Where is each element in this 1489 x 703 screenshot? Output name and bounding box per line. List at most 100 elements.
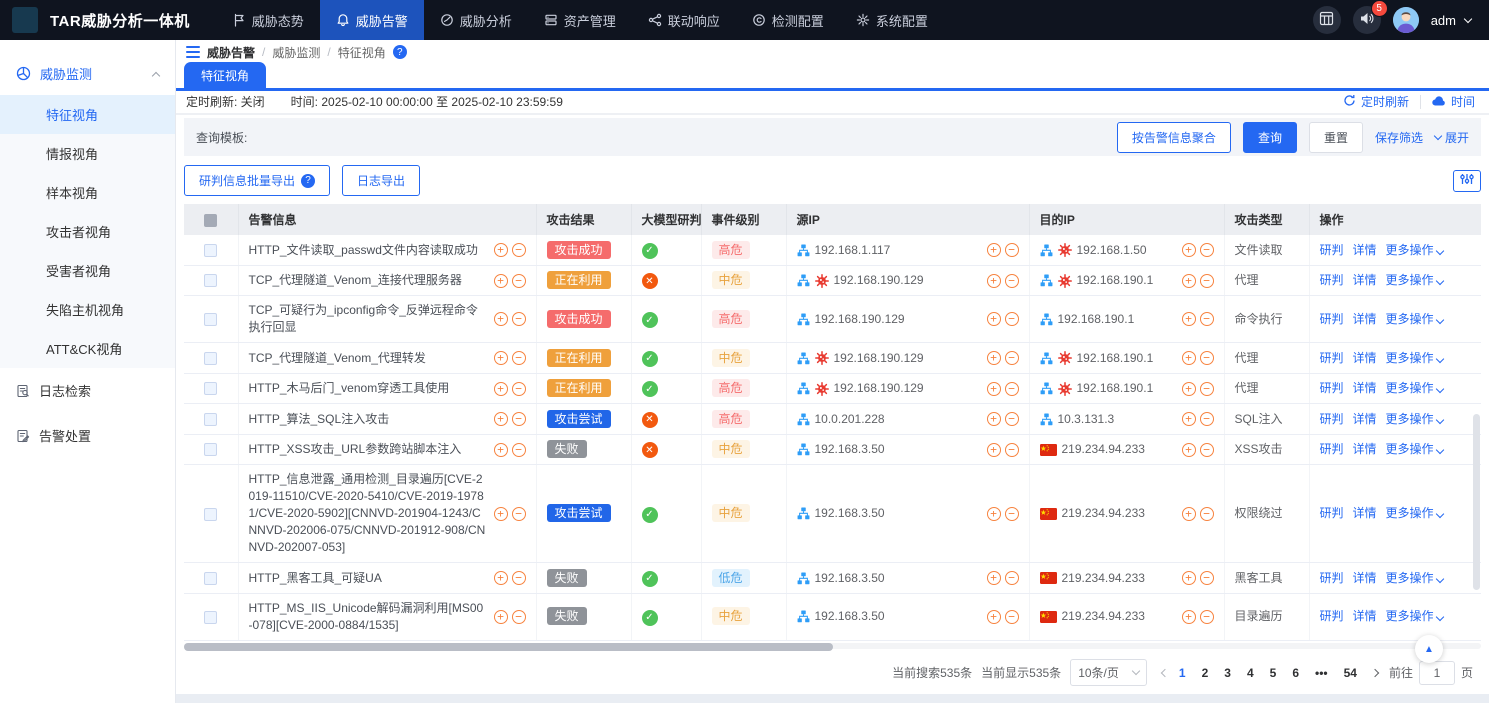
nav-item[interactable]: 系统配置	[840, 0, 944, 40]
filter-exclude-icon[interactable]: −	[1200, 507, 1214, 521]
src-ip-value[interactable]: 192.168.190.129	[834, 350, 924, 367]
filter-include-icon[interactable]: +	[494, 571, 508, 585]
alert-message[interactable]: HTTP_XSS攻击_URL参数跨站脚本注入	[249, 441, 487, 458]
src-ip-value[interactable]: 192.168.1.117	[815, 242, 891, 259]
filter-include-icon[interactable]: +	[1182, 351, 1196, 365]
filter-include-icon[interactable]: +	[987, 443, 1001, 457]
row-checkbox[interactable]	[204, 572, 217, 585]
more-actions-link[interactable]: 更多操作	[1386, 412, 1443, 426]
tab-feature-view[interactable]: 特征视角	[184, 62, 266, 88]
filter-exclude-icon[interactable]: −	[1200, 274, 1214, 288]
filter-include-icon[interactable]: +	[987, 312, 1001, 326]
filter-include-icon[interactable]: +	[494, 610, 508, 624]
page-number[interactable]: 1	[1179, 666, 1186, 680]
query-button[interactable]: 查询	[1243, 122, 1297, 153]
filter-exclude-icon[interactable]: −	[512, 351, 526, 365]
more-actions-link[interactable]: 更多操作	[1386, 381, 1443, 395]
nav-item[interactable]: 威胁态势	[216, 0, 320, 40]
filter-exclude-icon[interactable]: −	[1005, 351, 1019, 365]
filter-exclude-icon[interactable]: −	[1200, 571, 1214, 585]
filter-include-icon[interactable]: +	[987, 507, 1001, 521]
filter-include-icon[interactable]: +	[987, 351, 1001, 365]
judge-link[interactable]: 研判	[1320, 312, 1344, 326]
sidebar-item[interactable]: 日志检索	[0, 368, 175, 413]
notification-button[interactable]: 5	[1353, 6, 1381, 34]
detail-link[interactable]: 详情	[1353, 381, 1377, 395]
back-to-top-button[interactable]: ▲	[1415, 635, 1443, 663]
nav-item[interactable]: 联动响应	[632, 0, 736, 40]
row-checkbox[interactable]	[204, 443, 217, 456]
filter-exclude-icon[interactable]: −	[1200, 412, 1214, 426]
filter-include-icon[interactable]: +	[494, 507, 508, 521]
breadcrumb-item[interactable]: 特征视角	[338, 44, 386, 61]
help-icon[interactable]: ?	[393, 45, 407, 59]
judge-link[interactable]: 研判	[1320, 571, 1344, 585]
more-actions-link[interactable]: 更多操作	[1386, 351, 1443, 365]
detail-link[interactable]: 详情	[1353, 609, 1377, 623]
dst-ip-value[interactable]: 192.168.190.1	[1077, 272, 1154, 289]
aggregate-button[interactable]: 按告警信息聚合	[1117, 122, 1231, 153]
filter-exclude-icon[interactable]: −	[1005, 412, 1019, 426]
dst-ip-value[interactable]: 219.234.94.233	[1062, 608, 1145, 625]
alert-message[interactable]: HTTP_信息泄露_通用检测_目录遍历[CVE-2019-11510/CVE-2…	[249, 471, 487, 556]
prev-page-button[interactable]	[1156, 670, 1170, 676]
judge-link[interactable]: 研判	[1320, 273, 1344, 287]
filter-exclude-icon[interactable]: −	[1200, 443, 1214, 457]
row-checkbox[interactable]	[204, 313, 217, 326]
judge-link[interactable]: 研判	[1320, 506, 1344, 520]
nav-item[interactable]: 检测配置	[736, 0, 840, 40]
sidebar-group-threat-monitor[interactable]: 威胁监测	[0, 54, 175, 93]
alert-message[interactable]: HTTP_黑客工具_可疑UA	[249, 570, 487, 587]
filter-exclude-icon[interactable]: −	[512, 312, 526, 326]
detail-link[interactable]: 详情	[1353, 273, 1377, 287]
filter-include-icon[interactable]: +	[1182, 312, 1196, 326]
dst-ip-value[interactable]: 219.234.94.233	[1062, 441, 1145, 458]
src-ip-value[interactable]: 10.0.201.228	[815, 411, 885, 428]
detail-link[interactable]: 详情	[1353, 351, 1377, 365]
filter-include-icon[interactable]: +	[987, 382, 1001, 396]
dst-ip-value[interactable]: 10.3.131.3	[1058, 411, 1115, 428]
more-actions-link[interactable]: 更多操作	[1386, 312, 1443, 326]
sidebar-subitem[interactable]: 样本视角	[0, 173, 175, 212]
src-ip-value[interactable]: 192.168.190.129	[834, 380, 924, 397]
filter-exclude-icon[interactable]: −	[1005, 312, 1019, 326]
column-settings-button[interactable]	[1453, 170, 1481, 192]
page-number[interactable]: 54	[1344, 666, 1357, 680]
page-number[interactable]: 2	[1202, 666, 1209, 680]
export-log-button[interactable]: 日志导出	[342, 165, 420, 196]
filter-exclude-icon[interactable]: −	[1005, 382, 1019, 396]
row-checkbox[interactable]	[204, 274, 217, 287]
alert-message[interactable]: HTTP_文件读取_passwd文件内容读取成功	[249, 242, 487, 259]
filter-exclude-icon[interactable]: −	[1200, 243, 1214, 257]
more-actions-link[interactable]: 更多操作	[1386, 609, 1443, 623]
filter-exclude-icon[interactable]: −	[1005, 610, 1019, 624]
row-checkbox[interactable]	[204, 508, 217, 521]
judge-link[interactable]: 研判	[1320, 243, 1344, 257]
filter-include-icon[interactable]: +	[1182, 412, 1196, 426]
nav-item[interactable]: 威胁告警	[320, 0, 424, 40]
vertical-scrollbar[interactable]	[1473, 414, 1480, 590]
judge-link[interactable]: 研判	[1320, 381, 1344, 395]
row-checkbox[interactable]	[204, 413, 217, 426]
filter-include-icon[interactable]: +	[987, 243, 1001, 257]
filter-exclude-icon[interactable]: −	[512, 610, 526, 624]
filter-exclude-icon[interactable]: −	[1200, 610, 1214, 624]
more-actions-link[interactable]: 更多操作	[1386, 442, 1443, 456]
filter-include-icon[interactable]: +	[1182, 243, 1196, 257]
alert-message[interactable]: TCP_可疑行为_ipconfig命令_反弹远程命令执行回显	[249, 302, 487, 336]
filter-include-icon[interactable]: +	[987, 610, 1001, 624]
sidebar-subitem[interactable]: 情报视角	[0, 134, 175, 173]
detail-link[interactable]: 详情	[1353, 506, 1377, 520]
filter-include-icon[interactable]: +	[494, 412, 508, 426]
hamburger-icon[interactable]	[186, 46, 200, 58]
more-actions-link[interactable]: 更多操作	[1386, 571, 1443, 585]
filter-exclude-icon[interactable]: −	[512, 243, 526, 257]
filter-include-icon[interactable]: +	[1182, 382, 1196, 396]
filter-include-icon[interactable]: +	[1182, 571, 1196, 585]
dst-ip-value[interactable]: 192.168.190.1	[1058, 311, 1135, 328]
reset-button[interactable]: 重置	[1309, 122, 1363, 153]
alert-message[interactable]: HTTP_算法_SQL注入攻击	[249, 411, 487, 428]
sidebar-subitem[interactable]: 受害者视角	[0, 251, 175, 290]
user-menu[interactable]: adm	[1431, 13, 1471, 28]
apps-grid-button[interactable]	[1313, 6, 1341, 34]
